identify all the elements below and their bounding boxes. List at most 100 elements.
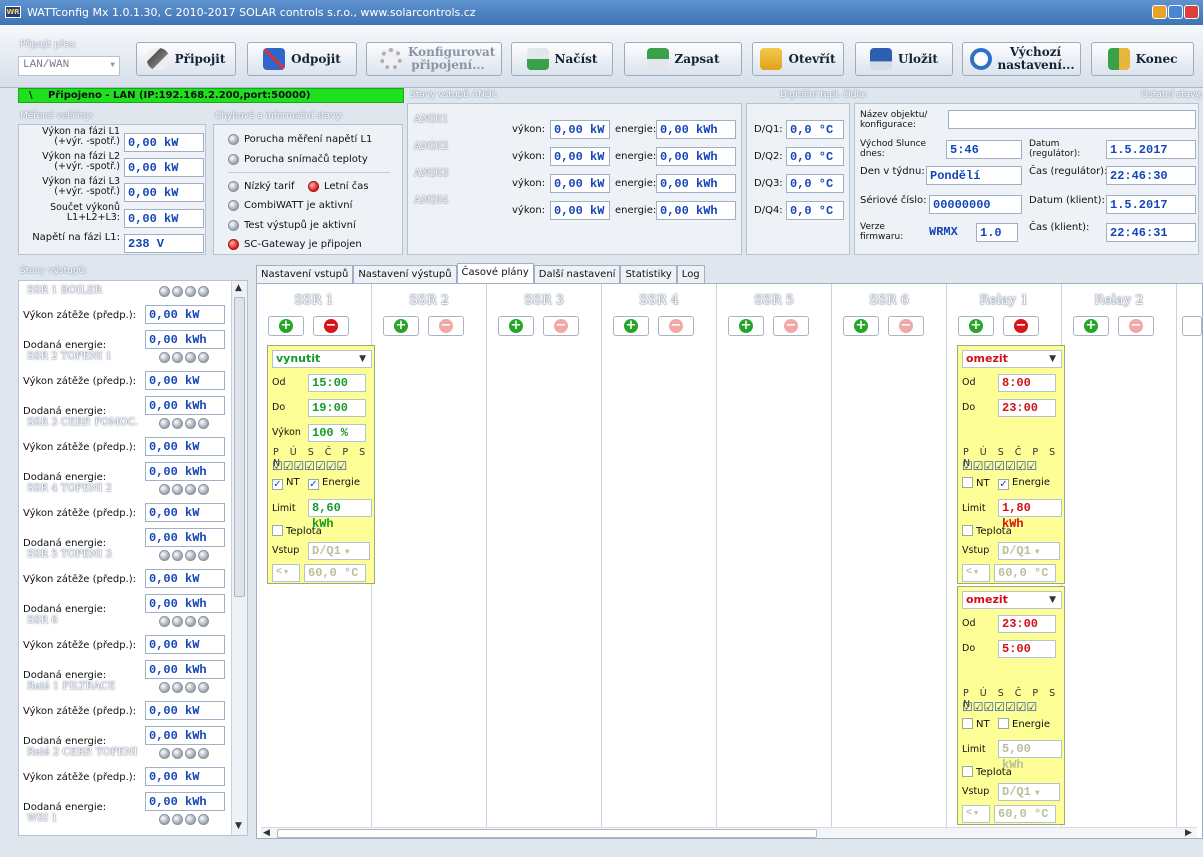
compare-select[interactable]: < ▼: [272, 564, 300, 582]
remove-plan-button[interactable]: −: [1003, 316, 1039, 336]
limit-input[interactable]: 8,60 kWh: [308, 499, 372, 531]
schedule-column: SSR 5 + −: [717, 284, 832, 829]
temperature-input[interactable]: 60,0 °C: [304, 564, 366, 582]
from-input[interactable]: 8:00: [998, 374, 1056, 392]
from-input[interactable]: 23:00: [998, 615, 1056, 633]
add-plan-button[interactable]: +: [958, 316, 994, 336]
minus-icon: −: [669, 318, 683, 333]
temp-checkbox[interactable]: Teplota: [272, 525, 322, 537]
to-input[interactable]: 5:00: [998, 640, 1056, 658]
nt-checkbox[interactable]: NT: [962, 477, 990, 489]
temperature-input[interactable]: 60,0 °C: [994, 564, 1056, 582]
plan-mode-select[interactable]: omezit ▼: [962, 350, 1062, 368]
save-button[interactable]: Uložit: [855, 42, 953, 76]
remove-plan-button[interactable]: −: [428, 316, 464, 336]
input-select[interactable]: D/Q1 ▼: [998, 783, 1060, 801]
open-button[interactable]: Otevřít: [752, 42, 844, 76]
connect-button[interactable]: Připojit: [136, 42, 236, 76]
input-select[interactable]: D/Q1 ▼: [308, 542, 370, 560]
tab-3[interactable]: Další nastavení: [533, 265, 621, 284]
defaults-button[interactable]: Výchozí nastavení...: [962, 42, 1081, 76]
input-label: Vstup: [962, 545, 990, 556]
firmware-name: WRMX: [929, 225, 958, 239]
tab-2[interactable]: Časové plány: [456, 263, 534, 284]
load-button[interactable]: Načíst: [511, 42, 613, 76]
weekday-checkboxes[interactable]: ☑☑☑☑☑☑☑: [962, 700, 1037, 714]
scroll-up-icon[interactable]: ▲: [235, 283, 242, 293]
compare-select[interactable]: < ▼: [962, 564, 990, 582]
compare-select[interactable]: < ▼: [962, 805, 990, 823]
energy-checkbox[interactable]: ✓ Energie: [998, 477, 1050, 490]
plan-mode-select[interactable]: vynutit ▼: [272, 350, 372, 368]
limit-input[interactable]: 1,80 kWh: [998, 499, 1062, 531]
add-plan-button[interactable]: +: [728, 316, 764, 336]
output-load-value: 0,00 kW: [145, 371, 225, 390]
app-icon: WR: [5, 6, 21, 18]
scroll-down-icon[interactable]: ▼: [235, 821, 242, 831]
temp-checkbox[interactable]: Teplota: [962, 525, 1012, 537]
maximize-icon[interactable]: [1168, 5, 1183, 19]
exit-button[interactable]: Konec: [1091, 42, 1194, 76]
remove-plan-button[interactable]: −: [543, 316, 579, 336]
remove-plan-button[interactable]: −: [773, 316, 809, 336]
add-plan-button[interactable]: +: [613, 316, 649, 336]
remove-plan-button[interactable]: −: [313, 316, 349, 336]
remove-plan-button[interactable]: −: [658, 316, 694, 336]
outputs-scrollbar[interactable]: ▲ ▼: [231, 281, 247, 835]
output-load-label: Výkon zátěže (předp.):: [23, 508, 137, 519]
add-plan-button[interactable]: +: [268, 316, 304, 336]
minimize-icon[interactable]: [1152, 5, 1167, 19]
tab-5[interactable]: Log: [676, 265, 705, 284]
output-led-icon: [172, 616, 183, 627]
compare-value: <: [966, 808, 973, 819]
tab-0[interactable]: Nastavení vstupů: [256, 265, 354, 284]
weekday-checkboxes[interactable]: ☑☑☑☑☑☑☑: [272, 459, 347, 473]
tab-1[interactable]: Nastavení výstupů: [353, 265, 457, 284]
write-icon: [646, 48, 669, 70]
add-plan-button[interactable]: +: [843, 316, 879, 336]
digital-section-title: Digitální tepl. čidla:: [780, 90, 868, 100]
remove-plan-button[interactable]: −: [888, 316, 924, 336]
add-plan-button[interactable]: +: [498, 316, 534, 336]
configure-connection-button[interactable]: Konfigurovat připojení...: [366, 42, 502, 76]
energy-checkbox[interactable]: ✓ Energie: [308, 477, 360, 490]
scroll-left-icon[interactable]: ◀: [263, 828, 270, 838]
nt-checkbox[interactable]: ✓ NT: [272, 477, 300, 490]
output-load-label: Výkon zátěže (předp.):: [23, 640, 137, 651]
scroll-right-icon[interactable]: ▶: [1185, 828, 1192, 838]
object-name-input[interactable]: [948, 110, 1196, 129]
close-icon[interactable]: [1184, 5, 1199, 19]
input-select[interactable]: D/Q1 ▼: [998, 542, 1060, 560]
add-plan-button[interactable]: +: [383, 316, 419, 336]
limit-input[interactable]: 5,00 kWh: [998, 740, 1062, 772]
to-input[interactable]: 19:00: [308, 399, 366, 417]
power-input[interactable]: 100 %: [308, 424, 366, 442]
disconnect-button[interactable]: Odpojit: [247, 42, 357, 76]
checkbox-icon: [962, 766, 973, 777]
plan-mode-select[interactable]: omezit ▼: [962, 591, 1062, 609]
connection-type-select[interactable]: LAN/WAN ▼: [18, 56, 120, 76]
temperature-input[interactable]: 60,0 °C: [994, 805, 1056, 823]
energy-checkbox[interactable]: Energie: [998, 718, 1050, 730]
remove-plan-button[interactable]: −: [1118, 316, 1154, 336]
schedule-column: SSR 3 + −: [487, 284, 602, 829]
output-led-icon: [185, 286, 196, 297]
output-energy-label: Dodaná energie:: [23, 736, 107, 747]
compare-value: <: [276, 567, 283, 578]
nt-checkbox[interactable]: NT: [962, 718, 990, 730]
tab-4[interactable]: Statistiky: [620, 265, 677, 284]
andi-power-value: 0,00 kW: [550, 174, 610, 193]
add-plan-button[interactable]: +: [1073, 316, 1109, 336]
scroll-thumb[interactable]: [234, 297, 245, 597]
andi-power-label: výkon:: [512, 178, 546, 189]
output-energy-value: 0,00 kWh: [145, 660, 225, 679]
checkbox-icon: ✓: [272, 479, 283, 490]
hscroll-thumb[interactable]: [277, 829, 817, 838]
from-input[interactable]: 15:00: [308, 374, 366, 392]
write-button[interactable]: Zapsat: [624, 42, 742, 76]
schedule-hscrollbar[interactable]: ◀ ▶: [261, 827, 1197, 838]
to-input[interactable]: 23:00: [998, 399, 1056, 417]
temp-checkbox[interactable]: Teplota: [962, 766, 1012, 778]
output-led-icon: [159, 550, 170, 561]
weekday-checkboxes[interactable]: ☑☑☑☑☑☑☑: [962, 459, 1037, 473]
